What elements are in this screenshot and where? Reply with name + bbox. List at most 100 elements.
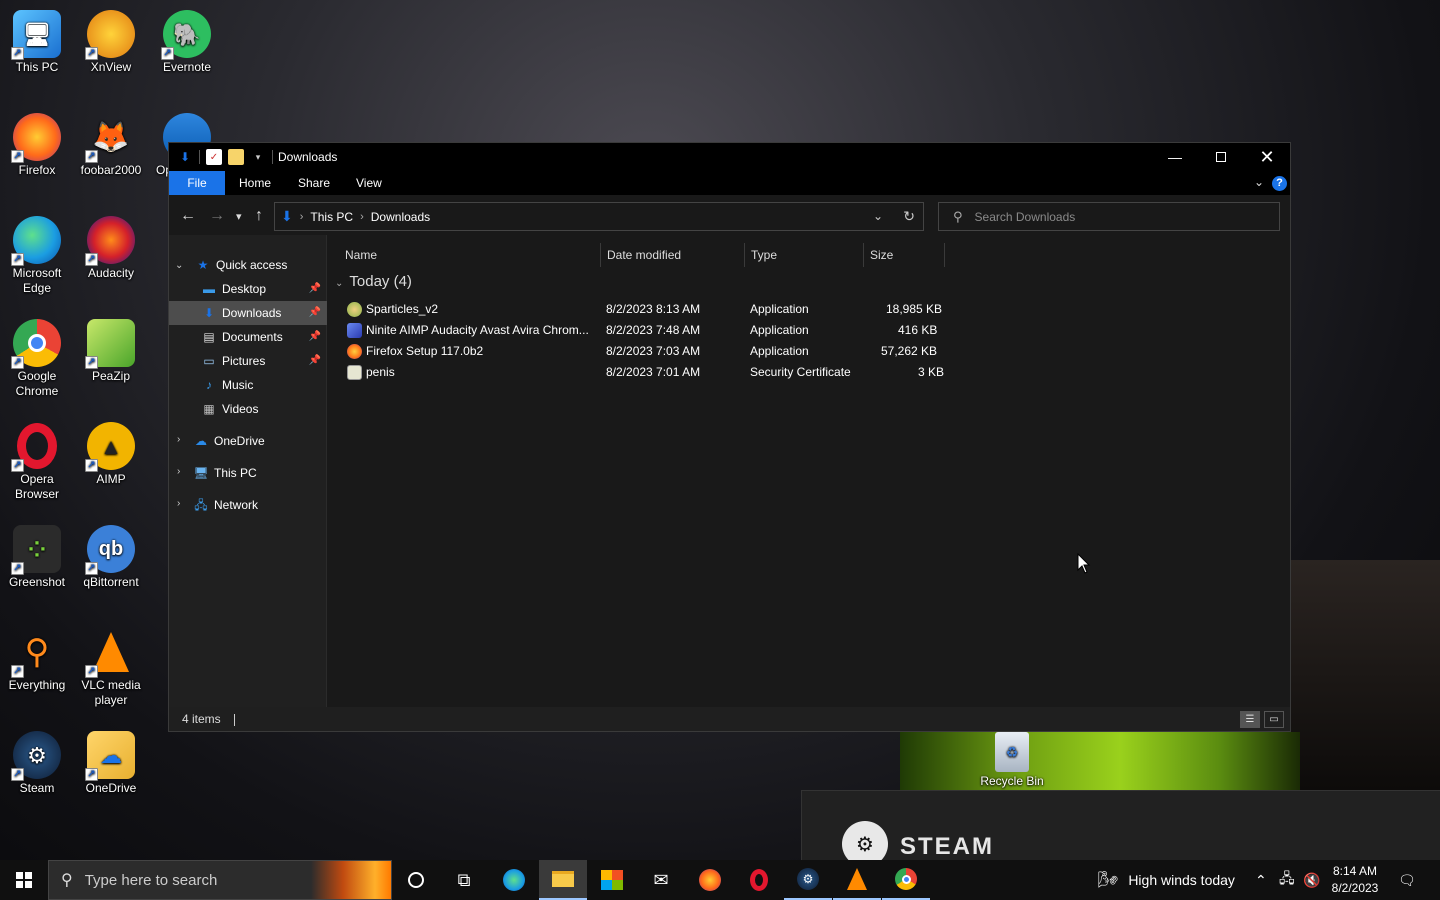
up-arrow-icon[interactable]: ↑ (255, 207, 263, 225)
breadcrumb-downloads[interactable]: Downloads (371, 210, 430, 224)
desktop-icon-qbittorrent[interactable]: qb ↗ qBittorrent (74, 525, 148, 590)
action-center-button[interactable]: 🗨 (1398, 860, 1416, 900)
taskbar-file-explorer[interactable] (539, 860, 587, 900)
collapse-chevron-icon[interactable]: ⌄ (175, 260, 183, 271)
volume-muted-icon: 🔇 (1303, 871, 1321, 888)
clock[interactable]: 8:14 AM 8/2/2023 (1326, 863, 1384, 897)
taskbar-edge[interactable] (490, 860, 538, 900)
customize-toolbar-chevron-icon[interactable]: ▾ (250, 149, 266, 165)
desktop-icon-onedrive[interactable]: ☁ ↗ OneDrive (74, 731, 148, 796)
column-header-size[interactable]: Size (864, 243, 945, 267)
network-status-button[interactable]: 🖧 (1279, 860, 1295, 900)
tab-file[interactable]: File (169, 171, 225, 195)
address-bar[interactable]: ⬇ › This PC › Downloads ⌄ ↻ (274, 202, 924, 231)
file-row[interactable]: Firefox Setup 117.0b2 8/2/2023 7:03 AM A… (347, 341, 947, 362)
nav-onedrive[interactable]: ☁ OneDrive (193, 429, 327, 453)
desktop-icon-audacity[interactable]: ↗ Audacity (74, 216, 148, 281)
desktop-icon-steam[interactable]: ⚙ ↗ Steam (0, 731, 74, 796)
nav-network[interactable]: 🖧 Network (193, 493, 327, 517)
maximize-button[interactable] (1198, 143, 1244, 171)
qbittorrent-icon: qb ↗ (85, 525, 135, 575)
taskbar-vlc[interactable] (833, 860, 881, 900)
desktop-icon-aimp[interactable]: ▲ ↗ AIMP (74, 422, 148, 487)
desktop-icon-edge[interactable]: ↗ Microsoft Edge (0, 216, 74, 296)
network-icon: 🖧 (1279, 870, 1295, 886)
new-folder-icon[interactable] (228, 149, 244, 165)
close-button[interactable]: ✕ (1244, 143, 1290, 171)
tab-view[interactable]: View (342, 171, 396, 195)
expand-chevron-icon[interactable]: › (177, 498, 180, 509)
desktop-icon-opera[interactable]: ↗ Opera Browser (0, 422, 74, 502)
desktop-icon-xnview[interactable]: ↗ XnView (74, 10, 148, 75)
task-view-button[interactable]: ⧉ (440, 860, 488, 900)
properties-icon[interactable]: ✓ (206, 149, 222, 165)
desktop-icon-vlc[interactable]: ↗ VLC media player (74, 628, 148, 708)
desktop-icon-label: This PC (15, 60, 59, 74)
taskbar-firefox[interactable] (686, 860, 734, 900)
taskbar-microsoft-store[interactable] (588, 860, 636, 900)
tab-home[interactable]: Home (225, 171, 285, 195)
collapse-group-chevron-icon[interactable]: ⌄ (335, 278, 343, 289)
status-divider (234, 713, 236, 726)
desktop-icon-everything[interactable]: ⚲ ↗ Everything (0, 628, 74, 693)
taskbar-search-box[interactable]: ⚲ Type here to search (48, 860, 392, 900)
quick-access-toolbar: ⬇ ✓ ▾ (177, 149, 273, 165)
volume-button[interactable]: 🔇 (1303, 860, 1320, 900)
tab-share[interactable]: Share (284, 171, 344, 195)
desktop-icon-peazip[interactable]: ↗ PeaZip (74, 319, 148, 384)
steam-notification-popup[interactable]: ⚙ STEAM (801, 790, 1440, 867)
aimp-icon: ▲ ↗ (85, 422, 135, 472)
file-type: Security Certificate (750, 365, 851, 379)
expand-ribbon-chevron-icon[interactable]: ⌄ (1254, 175, 1264, 189)
nav-videos[interactable]: ▦ Videos (201, 397, 327, 421)
search-box[interactable]: ⚲ Search Downloads (938, 202, 1280, 231)
show-hidden-icons-button[interactable]: ⌃ (1255, 860, 1267, 900)
taskbar-chrome[interactable] (882, 860, 930, 900)
desktop-icon-evernote[interactable]: 🐘 ↗ Evernote (150, 10, 224, 75)
computer-icon: 🖥 ↗ (11, 10, 61, 60)
downloads-folder-icon: ⬇ (203, 306, 215, 320)
nav-documents[interactable]: ▤ Documents 📌 (201, 325, 327, 349)
desktop-icon-foobar2000[interactable]: 🦊 ↗ foobar2000 (74, 113, 148, 178)
large-icons-view-button[interactable]: ▭ (1264, 711, 1284, 728)
expand-chevron-icon[interactable]: › (177, 466, 180, 477)
taskbar-mail[interactable]: ✉ (637, 860, 685, 900)
nav-pictures[interactable]: ▭ Pictures 📌 (201, 349, 327, 373)
back-arrow-icon[interactable]: ← (180, 207, 196, 225)
file-size: 18,985 KB (886, 302, 943, 316)
weather-widget[interactable]: 🌬 High winds today (1098, 860, 1235, 900)
nav-quick-access[interactable]: ★ Quick access (195, 253, 327, 277)
cortana-button[interactable] (392, 860, 440, 900)
desktop-icon-chrome[interactable]: ↗ Google Chrome (0, 319, 74, 399)
details-view-button[interactable]: ☰ (1240, 711, 1260, 728)
recent-locations-chevron-icon[interactable]: ▾ (236, 210, 242, 223)
group-header-today[interactable]: ⌄ Today (4) (335, 273, 412, 290)
desktop-icon-firefox[interactable]: ↗ Firefox (0, 113, 74, 178)
help-icon[interactable]: ? (1272, 176, 1287, 191)
nav-music[interactable]: ♪ Music (201, 373, 327, 397)
expand-chevron-icon[interactable]: › (177, 434, 180, 445)
desktop-icon-recycle-bin[interactable]: ♻ Recycle Bin (975, 732, 1049, 789)
nav-downloads[interactable]: ⬇ Downloads 📌 (169, 301, 327, 325)
start-button[interactable] (0, 860, 48, 900)
desktop-icon-this-pc[interactable]: 🖥 ↗ This PC (0, 10, 74, 75)
minimize-button[interactable]: — (1152, 143, 1198, 171)
desktop-icon-greenshot[interactable]: ⁘ ↗ Greenshot (0, 525, 74, 590)
taskbar-opera[interactable] (735, 860, 783, 900)
taskbar-steam[interactable]: ⚙ (784, 860, 832, 900)
breadcrumb-this-pc[interactable]: This PC (310, 210, 353, 224)
column-header-name[interactable]: Name (327, 243, 601, 267)
column-header-date-modified[interactable]: Date modified (601, 243, 745, 267)
address-history-chevron-icon[interactable]: ⌄ (873, 209, 883, 223)
forward-arrow-icon[interactable]: → (209, 207, 225, 225)
column-header-type[interactable]: Type (745, 243, 864, 267)
file-row[interactable]: penis 8/2/2023 7:01 AM Security Certific… (347, 362, 947, 383)
refresh-icon[interactable]: ↻ (903, 208, 915, 225)
file-row[interactable]: Ninite AIMP Audacity Avast Avira Chrom..… (347, 320, 947, 341)
pictures-icon: ▭ (203, 354, 215, 368)
vlc-icon: ↗ (85, 628, 135, 678)
file-date: 8/2/2023 7:03 AM (606, 344, 701, 358)
nav-this-pc[interactable]: 🖥 This PC (193, 461, 327, 485)
nav-desktop[interactable]: ▬ Desktop 📌 (201, 277, 327, 301)
file-row[interactable]: Sparticles_v2 8/2/2023 8:13 AM Applicati… (347, 299, 947, 320)
